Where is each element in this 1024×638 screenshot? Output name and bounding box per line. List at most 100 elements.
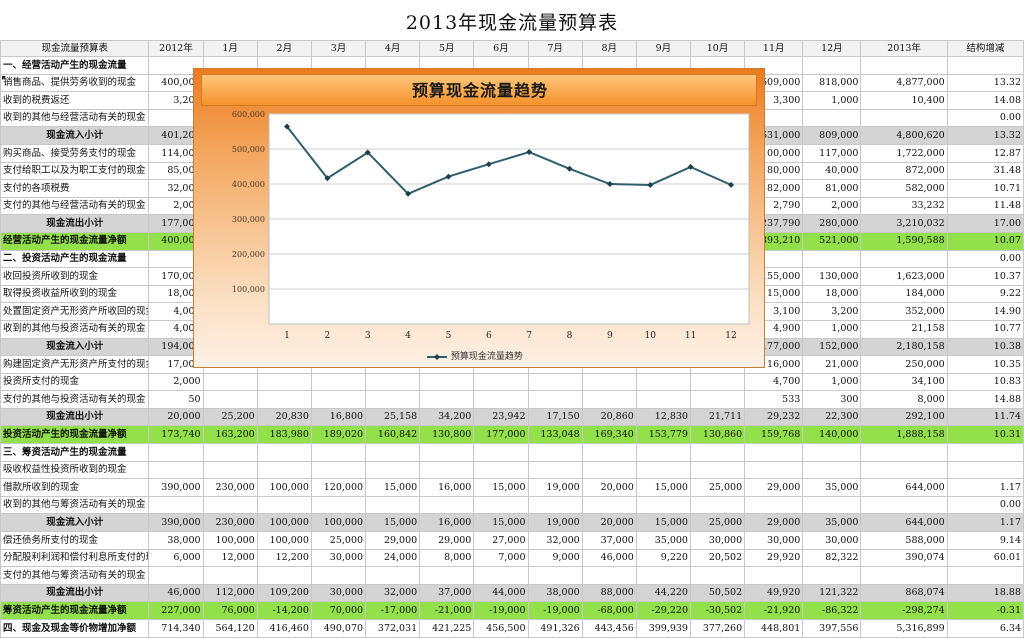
value-cell[interactable] (802, 56, 862, 75)
value-cell[interactable]: 173,740 (148, 425, 204, 445)
value-cell[interactable]: 8,000 (860, 390, 948, 409)
value-cell[interactable]: 12,000 (202, 548, 258, 568)
value-cell[interactable]: 38,000 (148, 531, 204, 550)
value-cell[interactable]: 582,000 (860, 179, 948, 198)
value-cell[interactable]: 372,031 (365, 619, 421, 638)
value-cell[interactable]: 121,322 (802, 583, 862, 603)
value-cell[interactable] (635, 566, 691, 585)
value-cell[interactable] (689, 390, 746, 409)
value-cell[interactable]: 10,400 (860, 91, 948, 110)
value-cell[interactable]: 18.88 (946, 583, 1024, 603)
value-cell[interactable]: 20,502 (689, 548, 746, 568)
value-cell[interactable]: -68,000 (581, 601, 637, 620)
value-cell[interactable]: 644,000 (860, 513, 948, 533)
value-cell[interactable] (635, 443, 691, 462)
value-cell[interactable]: 160,842 (365, 425, 421, 445)
value-cell[interactable]: 12,200 (256, 548, 312, 568)
value-cell[interactable]: -21,000 (419, 601, 475, 620)
column-header[interactable]: 7月 (527, 40, 583, 57)
row-label-cell[interactable]: 现金流入小计 (0, 126, 150, 145)
row-label-cell[interactable]: 收到的其他与筹资活动有关的现金 (0, 495, 150, 515)
column-header[interactable]: 1月 (202, 40, 258, 57)
row-label-cell[interactable]: 现金流入小计 (0, 513, 150, 533)
row-label-cell[interactable]: 收回投资所收到的现金 (0, 267, 150, 286)
value-cell[interactable]: 443,456 (581, 619, 637, 638)
value-cell[interactable] (473, 390, 529, 409)
value-cell[interactable]: 76,000 (202, 601, 258, 620)
value-cell[interactable] (419, 460, 475, 480)
value-cell[interactable]: 22,300 (802, 407, 862, 427)
row-label-cell[interactable]: 现金流出小计 (0, 407, 150, 427)
value-cell[interactable] (256, 390, 312, 409)
value-cell[interactable] (527, 443, 583, 462)
value-cell[interactable]: 60.01 (946, 548, 1024, 568)
value-cell[interactable]: -14,200 (256, 601, 312, 620)
value-cell[interactable] (802, 108, 862, 128)
value-cell[interactable]: -30,502 (689, 601, 746, 620)
value-cell[interactable] (689, 495, 746, 515)
value-cell[interactable] (581, 390, 637, 409)
value-cell[interactable]: -298,274 (860, 601, 948, 620)
value-cell[interactable]: 24,000 (365, 548, 421, 568)
value-cell[interactable]: 70,000 (310, 601, 367, 620)
value-cell[interactable]: 16,000 (419, 478, 475, 497)
value-cell[interactable]: 1.17 (946, 513, 1024, 533)
row-label-cell[interactable]: 支付的各项税费 (0, 179, 150, 198)
value-cell[interactable]: 25,000 (689, 513, 746, 533)
column-header[interactable]: 5月 (419, 40, 475, 57)
value-cell[interactable]: 30,000 (744, 531, 804, 550)
value-cell[interactable]: 10.83 (946, 372, 1024, 392)
value-cell[interactable]: 40,000 (802, 161, 862, 181)
value-cell[interactable] (744, 443, 804, 462)
value-cell[interactable]: 88,000 (581, 583, 637, 603)
value-cell[interactable]: 100,000 (256, 513, 312, 533)
value-cell[interactable]: 153,779 (635, 425, 691, 445)
row-label-cell[interactable]: 购买商品、接受劳务支付的现金 (0, 143, 150, 163)
value-cell[interactable]: 10.31 (946, 425, 1024, 445)
value-cell[interactable] (310, 460, 367, 480)
value-cell[interactable]: 4,877,000 (860, 73, 948, 93)
value-cell[interactable]: -17,000 (365, 601, 421, 620)
value-cell[interactable] (310, 390, 367, 409)
value-cell[interactable]: 0.00 (946, 108, 1024, 128)
column-header[interactable]: 6月 (473, 40, 529, 57)
value-cell[interactable]: 33,232 (860, 196, 948, 216)
value-cell[interactable] (365, 443, 421, 462)
value-cell[interactable]: 250,000 (860, 355, 948, 374)
value-cell[interactable]: 10.77 (946, 319, 1024, 339)
value-cell[interactable] (365, 495, 421, 515)
value-cell[interactable] (202, 372, 258, 392)
row-label-cell[interactable]: 三、筹资活动产生的现金流量 (0, 443, 150, 462)
value-cell[interactable] (946, 460, 1024, 480)
value-cell[interactable]: 49,920 (744, 583, 804, 603)
value-cell[interactable]: 133,048 (527, 425, 583, 445)
value-cell[interactable] (581, 460, 637, 480)
row-label-cell[interactable]: 吸收权益性投资所收到的现金 (0, 460, 150, 480)
value-cell[interactable] (527, 372, 583, 392)
value-cell[interactable]: 120,000 (310, 478, 367, 497)
value-cell[interactable]: 564,120 (202, 619, 258, 638)
value-cell[interactable]: 23,942 (473, 407, 529, 427)
value-cell[interactable]: 13.32 (946, 73, 1024, 93)
value-cell[interactable]: 44,220 (635, 583, 691, 603)
value-cell[interactable]: 152,000 (802, 337, 862, 357)
cash-flow-trend-chart[interactable]: 预算现金流量趋势 100,000 200,000 300,000 400,000 500… (193, 68, 765, 368)
value-cell[interactable]: 10.07 (946, 231, 1024, 251)
value-cell[interactable]: 7,000 (473, 548, 529, 568)
column-header[interactable]: 结构增减 (946, 40, 1024, 57)
value-cell[interactable]: 35,000 (635, 531, 691, 550)
value-cell[interactable]: 1,888,158 (860, 425, 948, 445)
value-cell[interactable] (581, 372, 637, 392)
value-cell[interactable]: 352,000 (860, 302, 948, 321)
value-cell[interactable]: 230,000 (202, 478, 258, 497)
value-cell[interactable]: 714,340 (148, 619, 204, 638)
value-cell[interactable]: 399,939 (635, 619, 691, 638)
value-cell[interactable]: 588,000 (860, 531, 948, 550)
value-cell[interactable]: 32,000 (365, 583, 421, 603)
value-cell[interactable] (310, 495, 367, 515)
value-cell[interactable]: 9.14 (946, 531, 1024, 550)
value-cell[interactable] (310, 372, 367, 392)
value-cell[interactable]: 15,000 (635, 513, 691, 533)
value-cell[interactable]: 183,980 (256, 425, 312, 445)
value-cell[interactable] (148, 566, 204, 585)
